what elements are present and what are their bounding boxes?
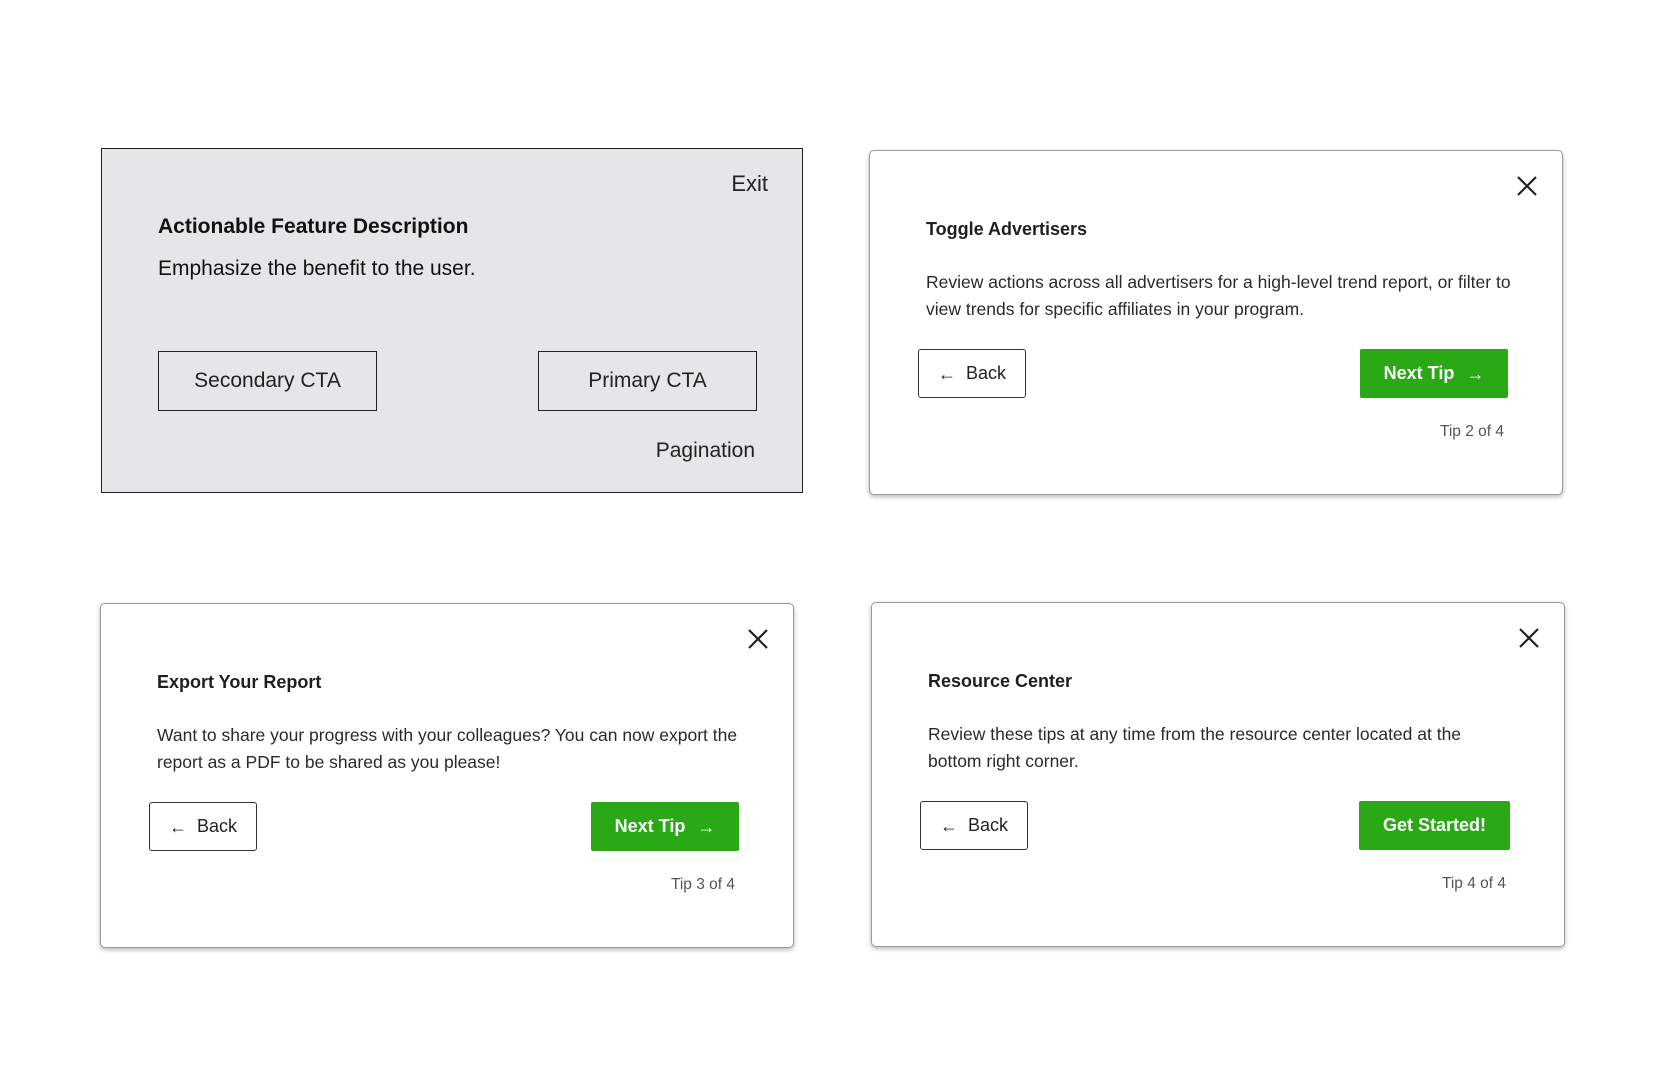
wireframe-tooltip: Exit Actionable Feature Description Emph… [101, 148, 803, 493]
tip-counter: Tip 2 of 4 [1439, 423, 1504, 440]
back-button[interactable]: ← Back [149, 802, 257, 851]
card-title: Export Your Report [157, 672, 322, 692]
card-body: Want to share your progress with your co… [157, 725, 738, 772]
next-button-label: Next Tip [614, 816, 686, 836]
next-tip-button[interactable]: Next Tip → [1360, 349, 1508, 398]
secondary-cta-button[interactable]: Secondary CTA [158, 351, 377, 411]
wireframe-title: Actionable Feature Description [158, 215, 469, 238]
primary-cta-button[interactable]: Primary CTA [538, 351, 757, 411]
close-icon[interactable] [1512, 171, 1542, 201]
tooltip-card-export-report: Export Your Report Want to share your pr… [100, 603, 794, 948]
back-button[interactable]: ← Back [918, 349, 1026, 398]
left-arrow-icon: ← [168, 816, 187, 837]
wireframe-pagination: Pagination [655, 439, 755, 462]
get-started-button[interactable]: Get Started! [1359, 801, 1510, 850]
tooltip-card-resource-center: Resource Center Review these tips at any… [871, 602, 1565, 947]
next-tip-button[interactable]: Next Tip → [591, 802, 739, 851]
back-button-label: Back [196, 816, 238, 836]
next-button-label: Get Started! [1382, 815, 1487, 835]
close-icon[interactable] [1514, 623, 1544, 653]
right-arrow-icon: → [697, 816, 716, 837]
back-button-label: Back [967, 815, 1009, 835]
exit-link[interactable]: Exit [731, 171, 768, 197]
wireframe-description: Emphasize the benefit to the user. [158, 257, 476, 280]
back-button-label: Back [965, 363, 1007, 383]
card-title: Toggle Advertisers [926, 219, 1088, 239]
tooltip-card-toggle-advertisers: Toggle Advertisers Review actions across… [869, 150, 1563, 495]
close-icon[interactable] [743, 624, 773, 654]
tip-counter: Tip 3 of 4 [670, 876, 735, 893]
left-arrow-icon: ← [939, 815, 958, 836]
card-title: Resource Center [928, 671, 1073, 691]
card-body: Review actions across all advertisers fo… [926, 272, 1511, 319]
next-button-label: Next Tip [1383, 363, 1455, 383]
left-arrow-icon: ← [937, 363, 956, 384]
back-button[interactable]: ← Back [920, 801, 1028, 850]
tip-counter: Tip 4 of 4 [1441, 875, 1506, 892]
card-body: Review these tips at any time from the r… [928, 724, 1462, 771]
right-arrow-icon: → [1466, 363, 1485, 384]
